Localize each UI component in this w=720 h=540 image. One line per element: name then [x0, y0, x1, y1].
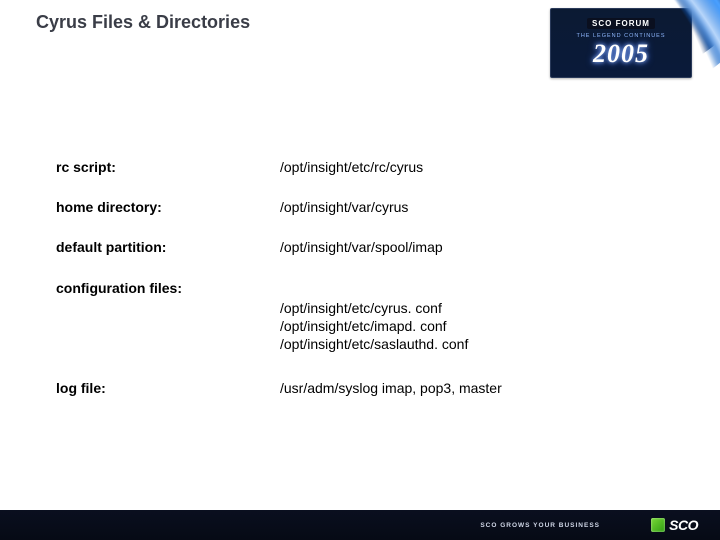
label: default partition: [56, 238, 280, 256]
footer-bar: SCO GROWS YOUR BUSINESS SCO [0, 510, 720, 540]
sco-logo-icon [651, 518, 665, 532]
value-text: /opt/insight/etc/rc/cyrus [280, 158, 690, 176]
row-log-file: log file: /usr/adm/syslog imap, pop3, ma… [56, 379, 690, 397]
row-rc-script: rc script: /opt/insight/etc/rc/cyrus [56, 158, 690, 176]
row-default-partition: default partition: /opt/insight/var/spoo… [56, 238, 690, 256]
value-text: /opt/insight/etc/saslauthd. conf [280, 335, 690, 353]
label: log file: [56, 379, 280, 397]
slide-title: Cyrus Files & Directories [36, 12, 250, 33]
row-configuration-files: configuration files: /opt/insight/etc/cy… [56, 279, 690, 354]
value: /opt/insight/etc/rc/cyrus [280, 158, 690, 176]
row-home-directory: home directory: /opt/insight/var/cyrus [56, 198, 690, 216]
value-text: /opt/insight/var/spool/imap [280, 238, 690, 256]
value: /opt/insight/var/cyrus [280, 198, 690, 216]
value: /usr/adm/syslog imap, pop3, master [280, 379, 690, 397]
footer-tagline: SCO GROWS YOUR BUSINESS [480, 522, 600, 529]
label: home directory: [56, 198, 280, 216]
sco-logo-text: SCO [669, 517, 698, 533]
value-text: /usr/adm/syslog imap, pop3, master [280, 379, 690, 397]
value: /opt/insight/etc/cyrus. conf /opt/insigh… [280, 279, 690, 354]
footer-logo: SCO [651, 517, 698, 533]
value: /opt/insight/var/spool/imap [280, 238, 690, 256]
forum-year: 2005 [557, 39, 685, 69]
value-text: /opt/insight/etc/imapd. conf [280, 317, 690, 335]
forum-brand: SCO FORUM [587, 18, 655, 29]
label: configuration files: [56, 279, 280, 354]
header: Cyrus Files & Directories SCO FORUM THE … [0, 0, 720, 130]
slide: Cyrus Files & Directories SCO FORUM THE … [0, 0, 720, 540]
content: rc script: /opt/insight/etc/rc/cyrus hom… [56, 158, 690, 419]
label: rc script: [56, 158, 280, 176]
value-text: /opt/insight/var/cyrus [280, 198, 690, 216]
forum-badge: SCO FORUM THE LEGEND CONTINUES 2005 [550, 8, 692, 78]
value-text: /opt/insight/etc/cyrus. conf [280, 299, 690, 317]
